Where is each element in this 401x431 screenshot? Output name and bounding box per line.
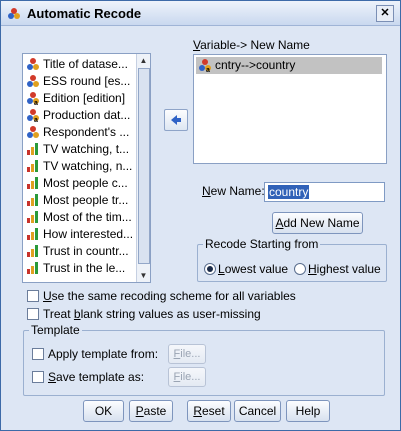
variable-label: Most of the tim... bbox=[43, 210, 132, 224]
list-item[interactable]: Trust in countr... bbox=[26, 243, 129, 260]
save-template-label: Save template as: bbox=[48, 370, 145, 384]
save-template-file-button[interactable]: File... bbox=[168, 367, 206, 387]
cancel-button[interactable]: Cancel bbox=[234, 400, 281, 422]
move-variable-button[interactable] bbox=[164, 109, 188, 131]
nominal-variable-icon bbox=[27, 75, 39, 87]
new-name-input[interactable]: country bbox=[264, 182, 385, 202]
list-item[interactable]: ESS round [es... bbox=[26, 73, 130, 90]
lowest-value-label: Lowest value bbox=[218, 262, 289, 276]
list-item[interactable]: Most of the tim... bbox=[26, 209, 132, 226]
variable-label: Trust in countr... bbox=[43, 244, 129, 258]
blank-string-missing-label: Treat blank string values as user-missin… bbox=[43, 307, 261, 321]
close-button[interactable]: ✕ bbox=[376, 5, 394, 22]
nominal-variable-icon bbox=[27, 126, 39, 138]
variable-label: TV watching, n... bbox=[43, 159, 133, 173]
mapping-list-header: Variable-> New Name bbox=[193, 38, 310, 52]
scale-variable-icon bbox=[27, 177, 38, 189]
list-item[interactable]: Respondent's ... bbox=[26, 124, 129, 141]
same-scheme-checkbox[interactable] bbox=[27, 290, 39, 302]
reset-button[interactable]: Reset bbox=[187, 400, 231, 422]
variable-label: Production dat... bbox=[43, 108, 131, 122]
blank-string-missing-checkbox[interactable] bbox=[27, 308, 39, 320]
window-title: Automatic Recode bbox=[27, 6, 142, 21]
svg-text:a: a bbox=[34, 117, 38, 122]
list-item[interactable]: Title of datase... bbox=[26, 56, 128, 73]
variable-label: Edition [edition] bbox=[43, 91, 126, 105]
lowest-value-radio[interactable] bbox=[204, 263, 216, 275]
variable-label: ESS round [es... bbox=[43, 74, 131, 88]
save-template-checkbox[interactable] bbox=[32, 371, 44, 383]
add-new-name-button[interactable]: Add New Name bbox=[272, 212, 363, 234]
new-name-value: country bbox=[268, 185, 310, 199]
list-item[interactable]: Trust in the le... bbox=[26, 260, 125, 277]
list-item[interactable]: Most people tr... bbox=[26, 192, 128, 209]
scroll-up-arrow-icon[interactable]: ▲ bbox=[137, 54, 150, 67]
scroll-down-arrow-icon[interactable]: ▼ bbox=[137, 269, 150, 282]
apply-template-label: Apply template from: bbox=[48, 347, 159, 361]
list-item[interactable]: a Production dat... bbox=[26, 107, 130, 124]
new-name-label: New Name: bbox=[202, 184, 265, 198]
variable-label: Most people tr... bbox=[43, 193, 129, 207]
template-legend: Template bbox=[29, 323, 82, 337]
list-item[interactable]: a Edition [edition] bbox=[26, 90, 125, 107]
scale-variable-icon bbox=[27, 262, 38, 274]
variable-label: Title of datase... bbox=[43, 57, 128, 71]
list-item[interactable]: TV watching, t... bbox=[26, 141, 129, 158]
string-variable-icon: a bbox=[27, 109, 39, 124]
list-item[interactable]: TV watching, n... bbox=[26, 158, 132, 175]
variable-label: How interested... bbox=[43, 227, 134, 241]
variable-label: Trust in the le... bbox=[43, 261, 126, 275]
scale-variable-icon bbox=[27, 194, 38, 206]
scrollbar-thumb[interactable] bbox=[138, 68, 150, 264]
title-bar[interactable]: Automatic Recode ✕ bbox=[1, 1, 400, 26]
recode-start-legend: Recode Starting from bbox=[203, 237, 321, 251]
scale-variable-icon bbox=[27, 228, 38, 240]
mapping-selected-item[interactable]: a cntry-->country bbox=[196, 57, 382, 74]
mapping-list[interactable]: a cntry-->country bbox=[193, 54, 387, 164]
apply-template-checkbox[interactable] bbox=[32, 348, 44, 360]
help-button[interactable]: Help bbox=[286, 400, 330, 422]
variable-label: Respondent's ... bbox=[43, 125, 130, 139]
same-scheme-label: Use the same recoding scheme for all var… bbox=[43, 289, 296, 303]
arrow-left-icon bbox=[171, 115, 181, 125]
variable-list-scrollbar[interactable]: ▲ ▼ bbox=[136, 54, 150, 282]
mapping-item-label: cntry-->country bbox=[215, 58, 296, 72]
scale-variable-icon bbox=[27, 245, 38, 257]
scale-variable-icon bbox=[27, 143, 38, 155]
string-variable-icon: a bbox=[27, 92, 39, 107]
variable-label: TV watching, t... bbox=[43, 142, 130, 156]
nominal-variable-icon bbox=[27, 58, 39, 70]
highest-value-radio[interactable] bbox=[294, 263, 306, 275]
scale-variable-icon bbox=[27, 211, 38, 223]
highest-value-label: Highest value bbox=[308, 262, 381, 276]
apply-template-file-button[interactable]: File... bbox=[168, 344, 206, 364]
scale-variable-icon bbox=[27, 160, 38, 172]
variable-label: Most people c... bbox=[43, 176, 128, 190]
string-variable-icon: a bbox=[199, 59, 211, 74]
ok-button[interactable]: OK bbox=[83, 400, 124, 422]
list-item[interactable]: How interested... bbox=[26, 226, 133, 243]
svg-text:a: a bbox=[34, 100, 38, 105]
list-item[interactable]: Most people c... bbox=[26, 175, 128, 192]
paste-button[interactable]: Paste bbox=[129, 400, 173, 422]
automatic-recode-dialog: Automatic Recode ✕ Title of datase... ES… bbox=[0, 0, 401, 431]
svg-text:a: a bbox=[206, 67, 210, 72]
source-variable-list[interactable]: Title of datase... ESS round [es... a Edi… bbox=[22, 53, 151, 283]
spss-recode-icon bbox=[8, 8, 20, 19]
